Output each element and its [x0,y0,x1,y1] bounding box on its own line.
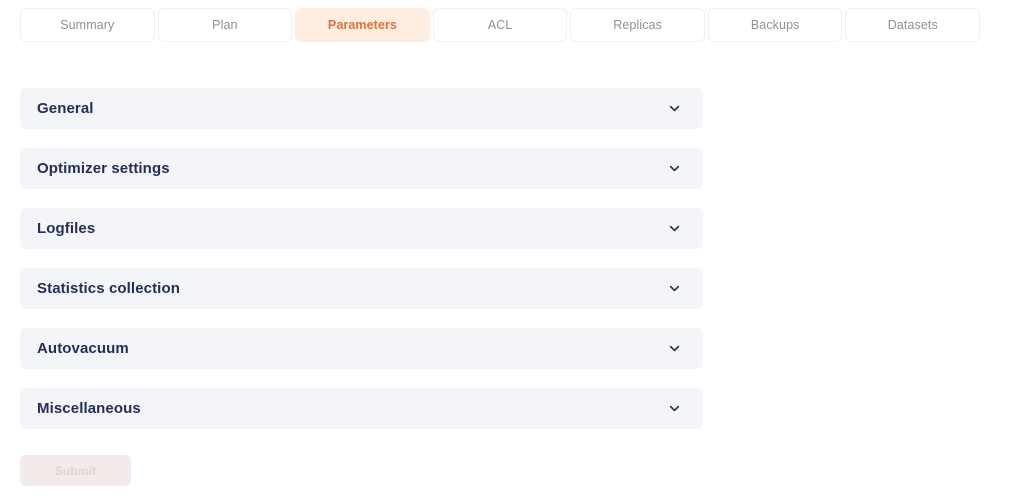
tab-bar: Summary Plan Parameters ACL Replicas Backups D… [20,8,981,42]
accordion-title: Logfiles [37,220,96,237]
accordion-header-miscellaneous[interactable]: Miscellaneous [20,388,703,429]
accordion-title: Optimizer settings [37,160,170,177]
tab-label: Replicas [613,18,662,32]
chevron-down-icon[interactable] [668,222,681,235]
chevron-down-icon[interactable] [668,282,681,295]
tab-label: Datasets [887,18,938,32]
tab-label: Backups [750,18,800,32]
tab-replicas[interactable]: Replicas [570,8,705,42]
tab-acl[interactable]: ACL [432,8,568,42]
tab-label: Plan [212,18,238,32]
accordion-header-logfiles[interactable]: Logfiles [20,208,703,249]
chevron-down-icon[interactable] [668,402,681,415]
accordion-title: Statistics collection [37,280,180,297]
submit-button[interactable]: Submit [20,455,131,486]
tab-label: Parameters [327,18,397,32]
accordion-header-general[interactable]: General [20,88,703,129]
tab-backups[interactable]: Backups [707,8,843,42]
accordion-title: Autovacuum [37,340,129,357]
chevron-down-icon[interactable] [668,162,681,175]
chevron-down-icon[interactable] [668,342,681,355]
tab-label: Summary [60,18,115,32]
tab-parameters[interactable]: Parameters [295,8,430,42]
accordion-header-autovacuum[interactable]: Autovacuum [20,328,703,369]
tab-label: ACL [487,18,513,32]
accordion-title: Miscellaneous [37,400,141,417]
accordion-header-optimizer-settings[interactable]: Optimizer settings [20,148,703,189]
tab-summary[interactable]: Summary [20,8,155,42]
accordion-header-statistics-collection[interactable]: Statistics collection [20,268,703,309]
accordion-title: General [37,100,94,117]
parameters-accordion: General Optimizer settings Logfiles Statist… [20,88,703,448]
tab-datasets[interactable]: Datasets [845,8,981,42]
chevron-down-icon[interactable] [668,102,681,115]
tab-plan[interactable]: Plan [157,8,293,42]
